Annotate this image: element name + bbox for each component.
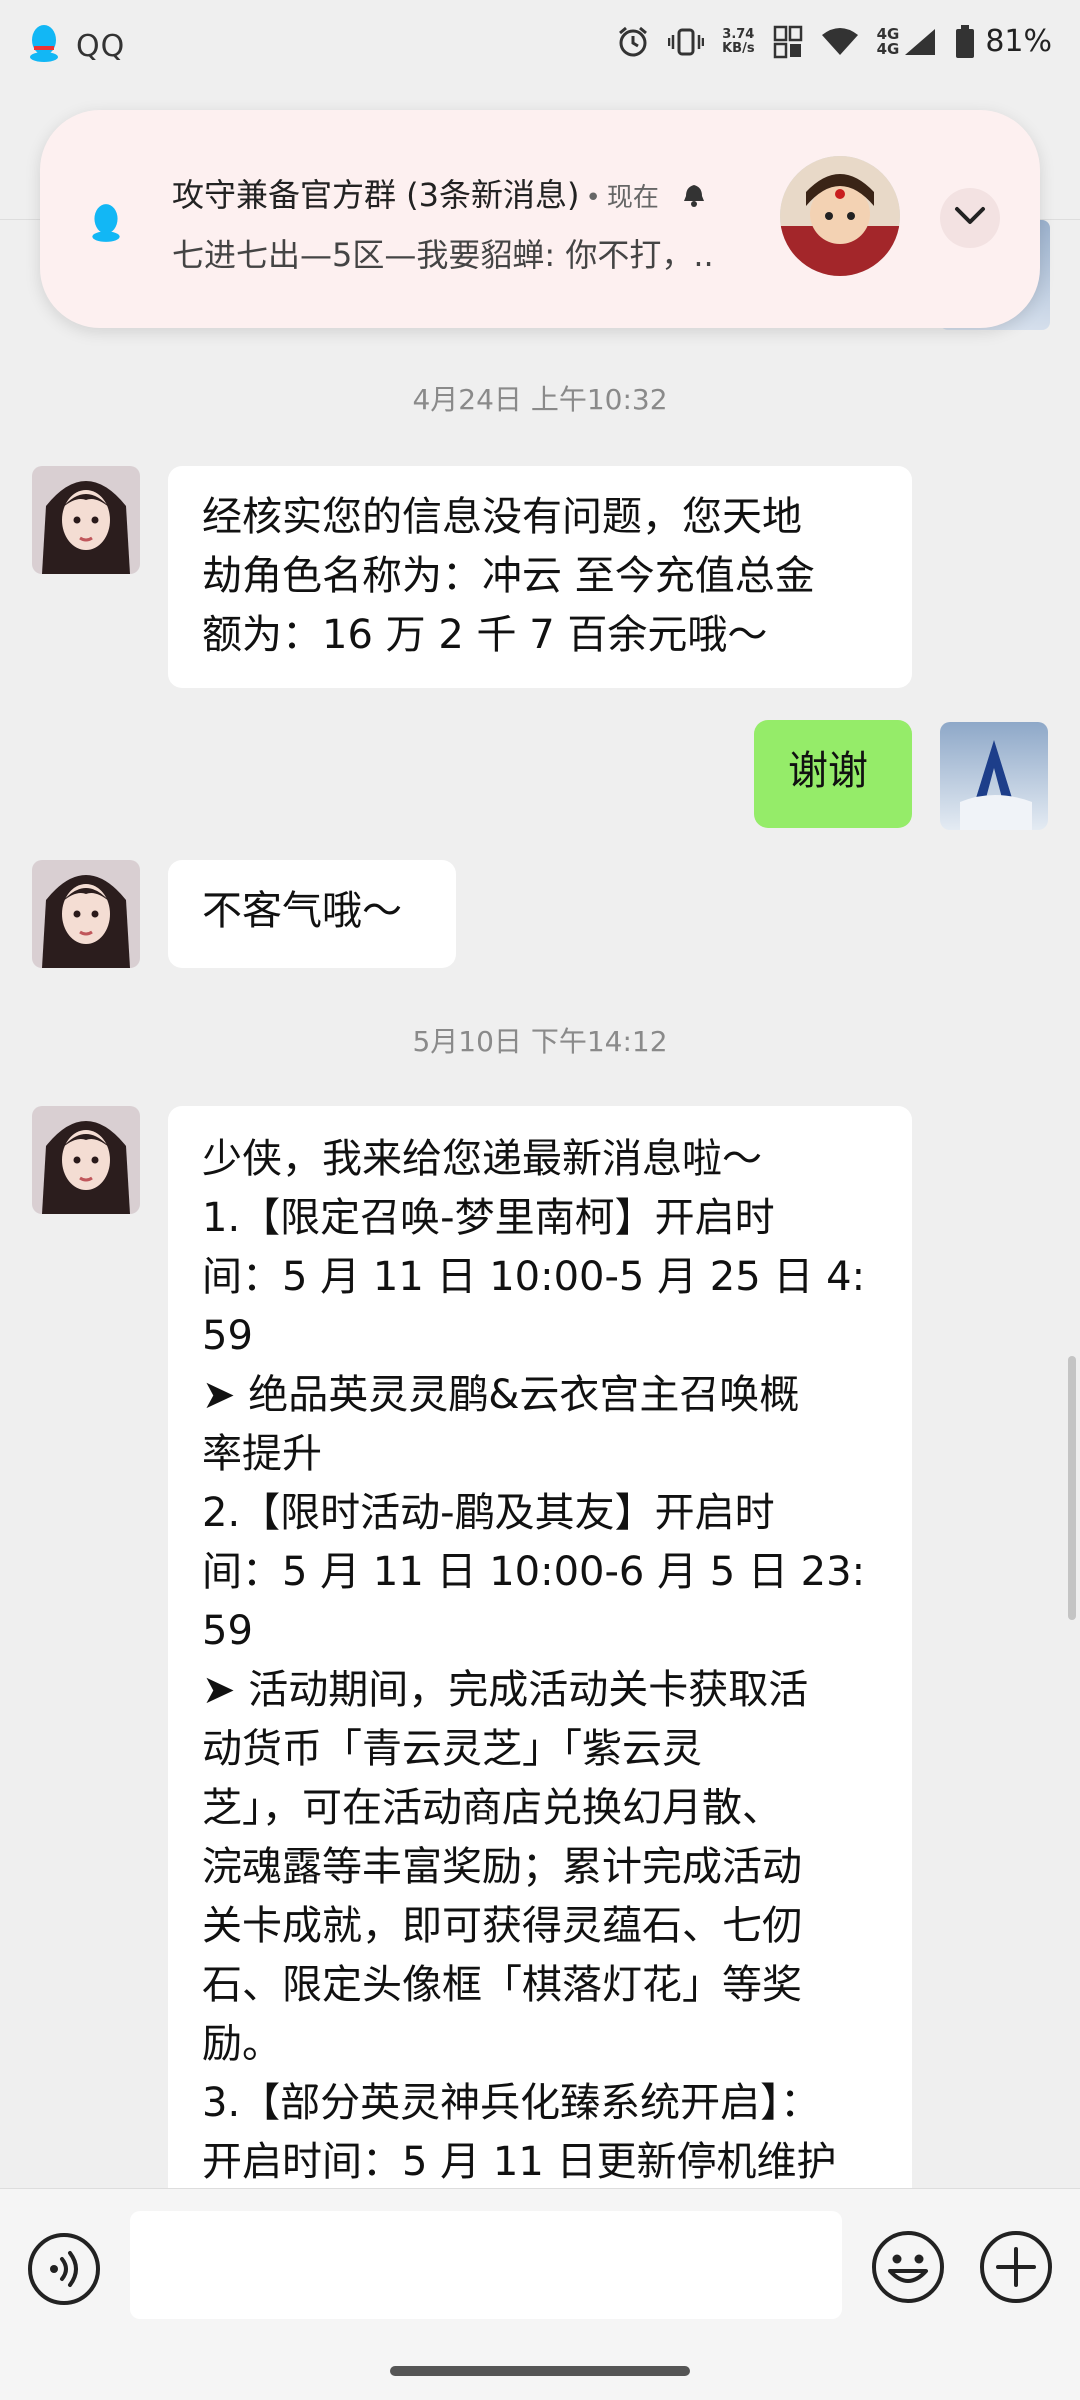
emoji-button[interactable]	[870, 2229, 946, 2305]
vibrate-icon	[668, 27, 705, 57]
message-text-line: 经核实您的信息没有问题，您天地	[202, 494, 802, 540]
message-text-line: 率提升	[202, 1431, 322, 1477]
message-text-line: 59	[202, 1608, 253, 1654]
voice-icon	[26, 2233, 102, 2311]
message-text-line: 2.【限时活动-鹛及其友】开启时	[202, 1490, 775, 1536]
signal-icon: 4G 4G	[877, 26, 938, 57]
notification-title: 攻守兼备官方群 (3条新消息) • 现在	[172, 170, 707, 216]
message-text-line: ➤ 绝品英灵灵鹛&云衣宫主召唤概	[202, 1372, 800, 1418]
battery-percent: 81%	[985, 24, 1052, 59]
voice-button[interactable]	[26, 2231, 102, 2307]
avatar-self[interactable]	[940, 722, 1048, 830]
avatar-service[interactable]	[32, 860, 140, 968]
message-bubble-incoming[interactable]: 经核实您的信息没有问题，您天地 劫角色名称为：冲云 至今充值总金 额为：16 万…	[168, 466, 912, 688]
message-text-line: 1.【限定召唤-梦里南柯】开启时	[202, 1195, 775, 1241]
message-text-line: 开启时间：5 月 11 日更新停机维护	[202, 2139, 837, 2185]
speed-icon: 3.74 KB/s	[722, 26, 755, 56]
chat-scrollbar[interactable]	[1068, 1356, 1076, 1620]
message-text-line: 少侠，我来给您递最新消息啦～	[202, 1136, 762, 1182]
message-text-line: ➤ 活动期间，完成活动关卡获取活	[202, 1667, 809, 1713]
more-actions-button[interactable]	[978, 2229, 1054, 2305]
message-text-line: 浣魂露等丰富奖励；累计完成活动	[202, 1844, 802, 1890]
alarm-icon	[616, 25, 650, 59]
plus-icon	[978, 2231, 1054, 2309]
message-text-line: 石、限定头像框「棋落灯花」等奖	[202, 1962, 802, 2008]
message-text-line: 芝」，可在活动商店兑换幻月散、	[202, 1785, 782, 1831]
message-text-line: 3.【部分英灵神兵化臻系统开启】：	[202, 2080, 821, 2126]
qq-icon	[28, 24, 60, 68]
time-separator: 5月10日 下午14:12	[412, 1025, 668, 1058]
home-indicator[interactable]	[390, 2366, 690, 2376]
message-text-line: 动货币「青云灵芝」「紫云灵	[202, 1726, 702, 1772]
message-text-line: 额为：16 万 2 千 7 百余元哦～	[202, 612, 768, 658]
message-text: 不客气哦～	[202, 888, 402, 934]
avatar-service[interactable]	[32, 1106, 140, 1214]
status-app-name: QQ	[76, 28, 126, 64]
message-input[interactable]	[130, 2211, 842, 2319]
nfc-icon	[773, 25, 803, 59]
notification-group-name: 攻守兼备官方群 (3条新消息)	[172, 176, 580, 214]
time-separator: 4月24日 上午10:32	[412, 383, 668, 416]
message-text-line: 励。	[202, 2021, 282, 2067]
message-text: 谢谢	[788, 748, 868, 794]
notification-banner[interactable]: 攻守兼备官方群 (3条新消息) • 现在 七进七出—5区—我要貂蝉: 你不打，..	[40, 110, 1040, 328]
message-text-line: 劫角色名称为：冲云 至今充值总金	[202, 553, 815, 599]
notification-time: 现在	[606, 183, 659, 213]
emoji-icon	[870, 2231, 946, 2309]
message-text-line: 间：5 月 11 日 10:00-6 月 5 日 23:	[202, 1549, 866, 1595]
message-bubble-incoming[interactable]: 不客气哦～	[168, 860, 456, 968]
battery-icon: 81%	[955, 24, 1052, 59]
message-text-line: 间：5 月 11 日 10:00-5 月 25 日 4:	[202, 1254, 866, 1300]
message-bubble-outgoing[interactable]: 谢谢	[754, 720, 912, 828]
notification-avatar	[780, 156, 900, 276]
message-text-line: 关卡成就，即可获得灵蕴石、七仞	[202, 1903, 802, 1949]
notification-body: 七进七出—5区—我要貂蝉: 你不打，..	[172, 236, 714, 274]
notification-expand-button[interactable]	[940, 188, 1000, 248]
message-bubble-incoming[interactable]: 少侠，我来给您递最新消息啦～ 1.【限定召唤-梦里南柯】开启时 间：5 月 11…	[168, 1106, 912, 2226]
message-text-line: 59	[202, 1313, 253, 1359]
qq-icon	[88, 202, 124, 248]
chevron-down-icon	[953, 205, 987, 231]
status-bar: QQ 3.74 KB/s 4G 4G 81%	[0, 0, 1080, 100]
bell-icon	[681, 178, 707, 216]
wifi-icon	[821, 27, 859, 57]
avatar-service[interactable]	[32, 466, 140, 574]
